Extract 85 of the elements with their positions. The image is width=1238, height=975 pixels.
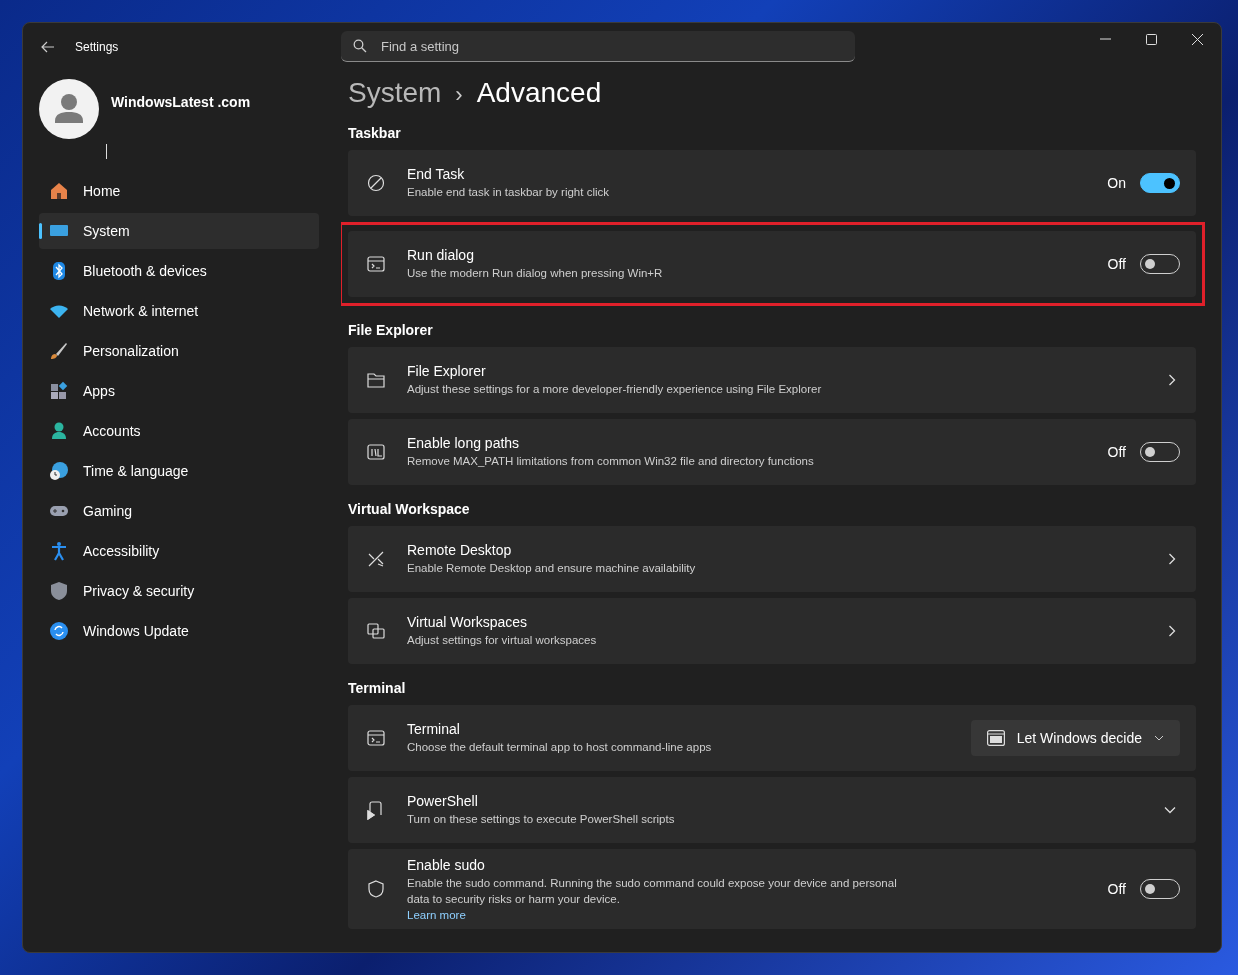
setting-card[interactable]: Enable sudo Enable the sudo command. Running the sudo command could expose your device and personal data to security risks or harm your device. Learn more Off (348, 849, 1196, 929)
sidebar-item[interactable]: Bluetooth & devices (39, 253, 319, 289)
page-title: Advanced (476, 77, 602, 109)
chevron-right-icon[interactable] (1168, 553, 1176, 565)
nav-icon (49, 381, 69, 401)
setting-description: Adjust settings for virtual workspaces (407, 633, 598, 648)
setting-title: Enable sudo (407, 857, 486, 873)
setting-card[interactable]: End Task Enable end task in taskbar by right click On (348, 150, 1196, 216)
chevron-down-icon[interactable] (1164, 806, 1176, 814)
chevron-right-icon[interactable] (1168, 625, 1176, 637)
section-heading: File Explorer (348, 322, 434, 338)
setting-icon (366, 254, 386, 274)
close-icon[interactable] (1192, 33, 1203, 45)
toggle-state-label: Off (1107, 881, 1126, 897)
setting-card[interactable]: Enable long paths Remove MAX_PATH limitations from common Win32 file and directory functions Off (348, 419, 1196, 485)
setting-title: End Task (407, 166, 466, 182)
toggle-state-label: Off (1107, 444, 1126, 460)
avatar-silhouette-icon (39, 79, 99, 139)
toggle-state-label: On (1107, 175, 1126, 191)
sidebar-item[interactable]: Accounts (39, 413, 319, 449)
setting-title: PowerShell (407, 793, 479, 809)
setting-title: Terminal (407, 721, 461, 737)
setting-card[interactable]: Virtual Workspaces Adjust settings for virtual workspaces (348, 598, 1196, 664)
setting-icon (366, 621, 386, 641)
breadcrumb-parent[interactable]: System (348, 77, 442, 109)
sidebar-item[interactable]: Personalization (39, 333, 319, 369)
section-heading: Taskbar (348, 125, 402, 141)
terminal-window-icon (986, 730, 1005, 746)
sidebar-item[interactable]: Apps (39, 373, 319, 409)
sidebar-item[interactable]: Network & internet (39, 293, 319, 329)
section-heading: Terminal (348, 680, 407, 696)
sidebar-item[interactable]: Privacy & security (39, 573, 319, 609)
search-input[interactable]: Find a setting (379, 37, 843, 55)
setting-icon (366, 173, 386, 193)
chevron-right-icon[interactable] (1168, 374, 1176, 386)
setting-description: Turn on these settings to execute PowerShell scripts (407, 812, 676, 827)
setting-card[interactable]: File Explorer Adjust these settings for a more developer-friendly experience using File Explorer (348, 347, 1196, 413)
toggle-switch[interactable] (1140, 173, 1180, 193)
sidebar-item[interactable]: Windows Update (39, 613, 319, 649)
setting-title: Virtual Workspaces (407, 614, 529, 630)
setting-icon (366, 549, 386, 569)
setting-description: Enable Remote Desktop and ensure machine availability (407, 561, 697, 576)
maximize-icon[interactable] (1146, 33, 1157, 45)
breadcrumb-separator: › (455, 82, 463, 108)
setting-description: Choose the default terminal app to host command-line apps (407, 740, 713, 755)
nav-icon (49, 541, 69, 561)
setting-icon (366, 442, 386, 462)
text-cursor-icon (106, 143, 107, 159)
learn-more-link[interactable]: Learn more (407, 909, 1108, 921)
setting-description: Remove MAX_PATH limitations from common Win32 file and directory functions (407, 454, 815, 469)
setting-card[interactable]: Run dialog Use the modern Run dialog when pressing Win+R Off (348, 231, 1196, 297)
search-field[interactable]: Find a setting (341, 31, 855, 62)
search-icon (353, 39, 367, 53)
nav-icon (49, 341, 69, 361)
setting-card[interactable]: Terminal Choose the default terminal app to host command-line apps Let Windows decide (348, 705, 1196, 771)
sidebar-item[interactable]: Accessibility (39, 533, 319, 569)
setting-icon (366, 370, 386, 390)
setting-icon (366, 879, 386, 899)
sidebar-item[interactable]: Gaming (39, 493, 319, 529)
section-heading: Virtual Workspace (348, 501, 471, 517)
setting-description: Enable the sudo command. Running the sudo command could expose your device and personal data to security risks or harm your device. (407, 876, 898, 907)
setting-card[interactable]: PowerShell Turn on these settings to execute PowerShell scripts (348, 777, 1196, 843)
back-arrow-icon[interactable] (41, 41, 55, 53)
setting-title: Run dialog (407, 247, 475, 263)
nav-icon (49, 581, 69, 601)
nav-icon (49, 621, 69, 641)
setting-title: File Explorer (407, 363, 487, 379)
setting-description: Use the modern Run dialog when pressing Win+R (407, 266, 664, 281)
sidebar-item[interactable]: Time & language (39, 453, 319, 489)
setting-description: Enable end task in taskbar by right click (407, 185, 610, 200)
nav-icon (49, 421, 69, 441)
setting-title: Enable long paths (407, 435, 521, 451)
nav-icon (49, 181, 69, 201)
terminal-dropdown[interactable]: Let Windows decide (970, 720, 1180, 756)
toggle-state-label: Off (1107, 256, 1126, 272)
account-name: WindowsLatest .com (111, 94, 251, 110)
setting-title: Remote Desktop (407, 542, 513, 558)
setting-icon (366, 728, 386, 748)
setting-card[interactable]: Remote Desktop Enable Remote Desktop and ensure machine availability (348, 526, 1196, 592)
sidebar-item[interactable]: Home (39, 173, 319, 209)
window-title: Settings (75, 40, 119, 54)
caret-icon (1154, 735, 1164, 741)
setting-description: Adjust these settings for a more developer-friendly experience using File Explorer (407, 382, 823, 397)
nav-icon (49, 461, 69, 481)
sidebar-item[interactable]: System (39, 213, 319, 249)
